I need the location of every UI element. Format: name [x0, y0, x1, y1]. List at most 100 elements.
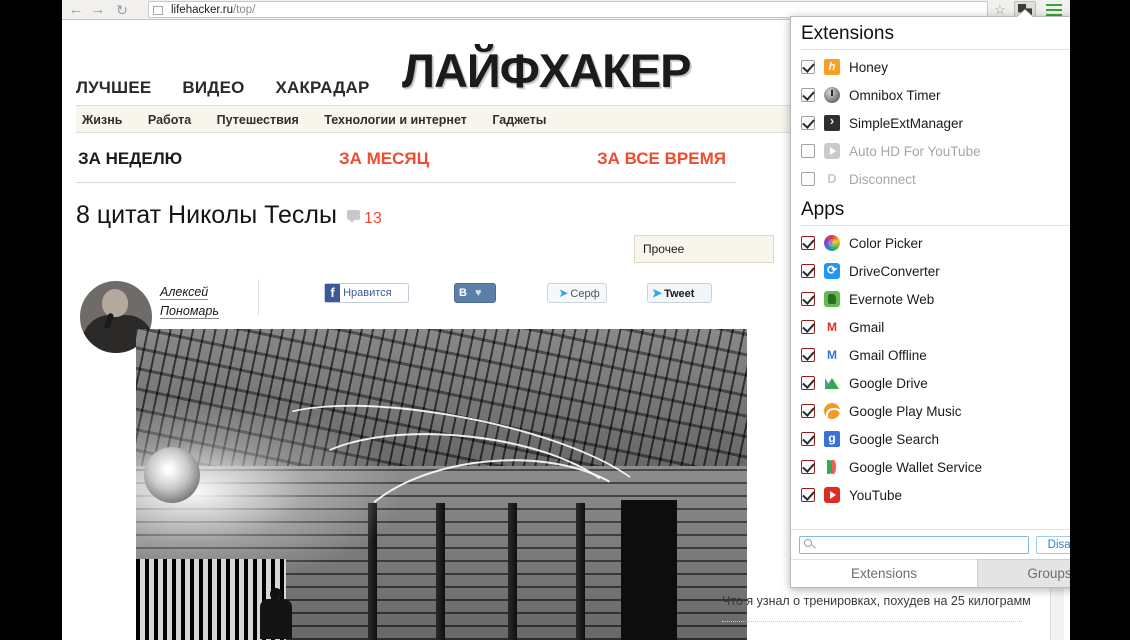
- google-wallet-icon: [824, 459, 840, 475]
- list-item-label: Gmail Offline: [849, 347, 927, 363]
- category-puteshestviya[interactable]: Путешествия: [217, 113, 299, 127]
- list-item[interactable]: SimpleExtManager⚙x: [791, 109, 1070, 137]
- list-item[interactable]: YouTubex: [791, 481, 1070, 509]
- toggle-checkbox[interactable]: [801, 404, 815, 418]
- list-item[interactable]: Gmail⚙x: [791, 313, 1070, 341]
- list-item-label: Google Search: [849, 431, 940, 447]
- tweet-label: Tweet: [664, 288, 695, 300]
- toggle-checkbox[interactable]: [801, 60, 815, 74]
- article-title-row: 8 цитат Николы Теслы 13: [76, 201, 382, 230]
- vk-share-button[interactable]: B ♥: [454, 283, 496, 303]
- list-item[interactable]: Omnibox Timerx: [791, 81, 1070, 109]
- reload-icon[interactable]: ↻: [112, 1, 132, 19]
- list-item-label: Honey: [849, 59, 889, 75]
- heart-icon: ♥: [475, 287, 482, 299]
- toggle-checkbox[interactable]: [801, 88, 815, 102]
- nav-item-video[interactable]: ВИДЕО: [182, 78, 244, 97]
- section-header-extensions: Extensions3/5: [791, 17, 1070, 49]
- category-gadzhety[interactable]: Гаджеты: [492, 113, 546, 127]
- list-item[interactable]: Google Wallet Servicex: [791, 453, 1070, 481]
- popup-arrow: [1016, 10, 1034, 18]
- browser-window: ← → ↻ lifehacker.ru/top/ ☆ ЛУЧШЕЕ ВИДЕО …: [62, 0, 1070, 640]
- article-title[interactable]: 8 цитат Николы Теслы: [76, 201, 337, 229]
- list-item-label: Google Drive: [849, 375, 928, 391]
- youtube-icon: [824, 487, 840, 503]
- toggle-checkbox[interactable]: [801, 376, 815, 390]
- toggle-checkbox[interactable]: [801, 320, 815, 334]
- category-tehnologii[interactable]: Технологии и интернет: [324, 113, 467, 127]
- toggle-checkbox[interactable]: [801, 264, 815, 278]
- nav-item-hakradar[interactable]: ХАКРАДАР: [275, 78, 369, 97]
- list-item[interactable]: Google Play Musicx: [791, 397, 1070, 425]
- driveconverter-icon: [824, 263, 840, 279]
- site-logo[interactable]: ЛАЙФХАКЕР: [402, 43, 691, 98]
- url-domain: lifehacker.ru: [171, 4, 234, 16]
- surf-share-button[interactable]: ➤ Серф: [547, 283, 607, 303]
- popup-footer: Disable All Extensions Groups: [791, 529, 1070, 587]
- category-zhizn[interactable]: Жизнь: [82, 113, 122, 127]
- toggle-checkbox[interactable]: [801, 292, 815, 306]
- list-item-label: YouTube: [849, 487, 903, 503]
- nav-item-luchshee[interactable]: ЛУЧШЕЕ: [76, 78, 151, 97]
- facebook-like-button[interactable]: f Нравится: [324, 283, 409, 303]
- omnibox-timer-icon: [824, 87, 840, 103]
- list-item[interactable]: Disconnectx: [791, 165, 1070, 193]
- toggle-checkbox[interactable]: [801, 116, 815, 130]
- list-item[interactable]: Google Drive⚙x: [791, 369, 1070, 397]
- period-week[interactable]: ЗА НЕДЕЛЮ: [78, 149, 182, 169]
- toggle-checkbox[interactable]: [801, 144, 815, 158]
- hamburger-menu-icon[interactable]: [1046, 4, 1062, 16]
- list-item[interactable]: Evernote Webx: [791, 285, 1070, 313]
- search-input[interactable]: [820, 537, 1025, 553]
- list-item-label: Google Play Music: [849, 403, 962, 419]
- list-item[interactable]: Color Pickerx: [791, 229, 1070, 257]
- gmail-offline-icon: [824, 347, 840, 363]
- toggle-checkbox[interactable]: [801, 172, 815, 186]
- url-path: /top/: [233, 4, 256, 16]
- section-header-apps: Apps10/10: [791, 193, 1070, 225]
- toggle-checkbox[interactable]: [801, 432, 815, 446]
- category-rabota[interactable]: Работа: [148, 113, 191, 127]
- toggle-checkbox[interactable]: [801, 488, 815, 502]
- gmail-icon: [824, 319, 840, 335]
- list-item-label: Evernote Web: [849, 291, 935, 307]
- page-info-icon: [153, 6, 163, 15]
- list-item-label: Color Picker: [849, 235, 923, 251]
- list-item[interactable]: Auto HD For YouTubex: [791, 137, 1070, 165]
- section-title: Extensions: [801, 23, 894, 44]
- surf-bird-icon: ➤: [558, 286, 569, 300]
- simpleextmanager-icon: [824, 115, 840, 131]
- section-divider: [801, 225, 1070, 226]
- list-item[interactable]: DriveConverterx: [791, 257, 1070, 285]
- search-field-wrapper[interactable]: [799, 536, 1029, 554]
- divider: [258, 279, 259, 315]
- toggle-checkbox[interactable]: [801, 236, 815, 250]
- period-month[interactable]: ЗА МЕСЯЦ: [339, 149, 429, 169]
- period-filter: ЗА НЕДЕЛЮ ЗА МЕСЯЦ ЗА ВСЕ ВРЕМЯ: [76, 149, 736, 183]
- author-first-name: Алексей: [160, 285, 209, 300]
- toggle-checkbox[interactable]: [801, 348, 815, 362]
- tab-groups[interactable]: Groups: [977, 559, 1070, 587]
- list-item[interactable]: Gmail Offlinex: [791, 341, 1070, 369]
- vk-icon: B: [459, 287, 467, 299]
- tag-box-prochee[interactable]: Прочее: [634, 235, 774, 263]
- toggle-checkbox[interactable]: [801, 460, 815, 474]
- tab-extensions[interactable]: Extensions: [791, 559, 977, 587]
- tweet-button[interactable]: ➤ Tweet: [647, 283, 712, 303]
- period-alltime[interactable]: ЗА ВСЕ ВРЕМЯ: [597, 149, 726, 169]
- screenshot-root: ← → ↻ lifehacker.ru/top/ ☆ ЛУЧШЕЕ ВИДЕО …: [0, 0, 1130, 640]
- author-last-name: Пономарь: [160, 304, 219, 319]
- list-item[interactable]: Honeyx: [791, 53, 1070, 81]
- forward-arrow-icon[interactable]: →: [88, 1, 108, 19]
- top-navigation: ЛУЧШЕЕ ВИДЕО ХАКРАДАР: [76, 78, 396, 98]
- color-picker-icon: [824, 235, 840, 251]
- back-arrow-icon[interactable]: ←: [66, 1, 86, 19]
- disable-all-button[interactable]: Disable All: [1036, 536, 1070, 554]
- author-name[interactable]: Алексей Пономарь: [160, 283, 238, 321]
- evernote-icon: [824, 291, 840, 307]
- google-search-icon: [824, 431, 840, 447]
- simpleextmanager-popup: Extensions3/5 HoneyxOmnibox TimerxSimpleE…: [790, 16, 1070, 588]
- extension-list: Extensions3/5 HoneyxOmnibox TimerxSimpleE…: [791, 17, 1070, 509]
- related-article[interactable]: Что я узнал о тренировках, похудев на 25…: [722, 591, 1042, 622]
- list-item[interactable]: Google Searchx: [791, 425, 1070, 453]
